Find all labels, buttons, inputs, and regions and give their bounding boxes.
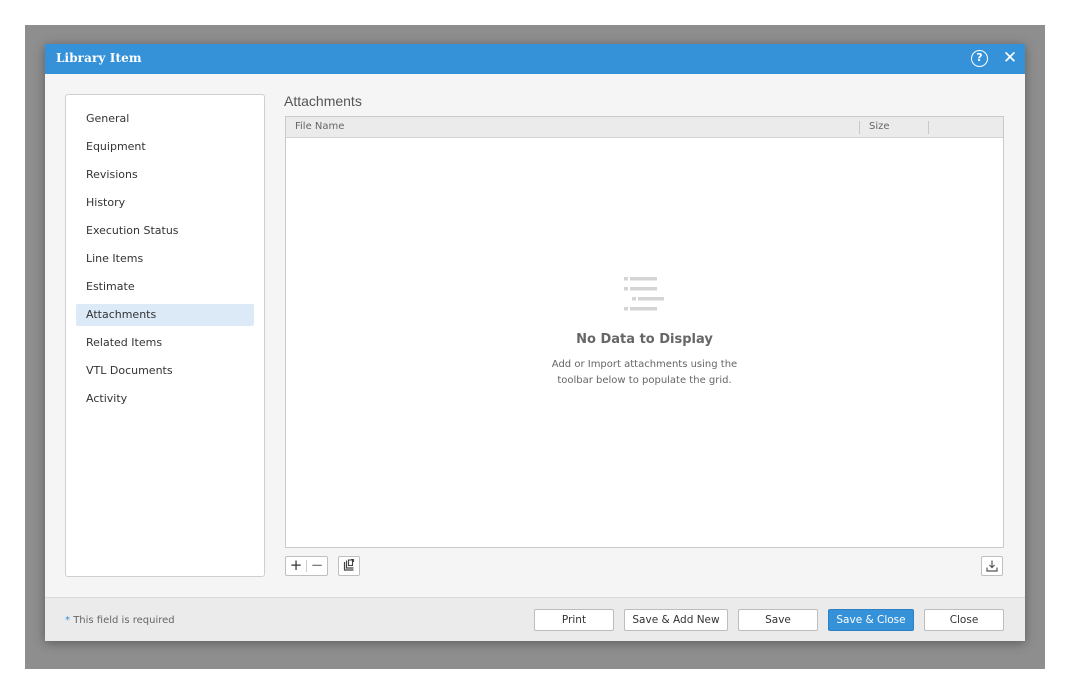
grid-header: File Name Size [286,117,1003,138]
empty-state-title: No Data to Display [576,332,713,347]
nav-item-line-items[interactable]: Line Items [76,248,254,270]
import-icon [343,558,355,571]
attachments-panel: Attachments File Name Size No Data to Di… [284,92,1004,582]
export-button[interactable] [981,556,1003,576]
nav-item-general[interactable]: General [76,108,254,130]
print-button[interactable]: Print [534,609,614,631]
nav-item-history[interactable]: History [76,192,254,214]
nav-item-related-items[interactable]: Related Items [76,332,254,354]
required-field-note: * This field is required [65,615,175,626]
section-title: Attachments [284,93,362,109]
empty-state-description: Add or Import attachments using the tool… [286,357,1003,389]
nav-item-equipment[interactable]: Equipment [76,136,254,158]
empty-state-line-2: toolbar below to populate the grid. [557,375,732,386]
save-close-button[interactable]: Save & Close [828,609,914,631]
empty-state-line-1: Add or Import attachments using the [551,359,738,370]
nav-item-revisions[interactable]: Revisions [76,164,254,186]
attachments-grid: File Name Size No Data to Display Add or… [285,116,1004,548]
library-item-dialog: Library Item ? ✕ General Equipment Revis… [45,44,1025,641]
help-icon[interactable]: ? [971,50,988,67]
column-header-size[interactable]: Size [869,121,890,132]
nav-item-estimate[interactable]: Estimate [76,276,254,298]
dialog-footer: * This field is required Print Save & Ad… [45,597,1025,641]
nav-item-attachments[interactable]: Attachments [76,304,254,326]
nav-item-activity[interactable]: Activity [76,388,254,410]
import-button[interactable] [338,556,360,576]
dialog-title: Library Item [56,51,142,65]
download-icon [986,560,998,572]
save-add-new-button[interactable]: Save & Add New [624,609,728,631]
empty-list-icon [624,277,664,311]
required-star: * [65,615,70,626]
close-icon[interactable]: ✕ [1000,48,1020,68]
save-button[interactable]: Save [738,609,818,631]
required-text: This field is required [73,615,175,626]
dialog-titlebar: Library Item ? ✕ [45,44,1025,74]
close-button[interactable]: Close [924,609,1004,631]
add-remove-toolbar: + − [285,556,328,576]
section-nav: General Equipment Revisions History Exec… [65,94,265,577]
add-icon[interactable]: + [286,557,306,575]
nav-item-execution-status[interactable]: Execution Status [76,220,254,242]
column-separator[interactable] [859,121,860,134]
remove-icon[interactable]: − [307,557,327,575]
column-separator[interactable] [928,121,929,134]
column-header-file-name[interactable]: File Name [295,121,344,132]
nav-item-vtl-documents[interactable]: VTL Documents [76,360,254,382]
